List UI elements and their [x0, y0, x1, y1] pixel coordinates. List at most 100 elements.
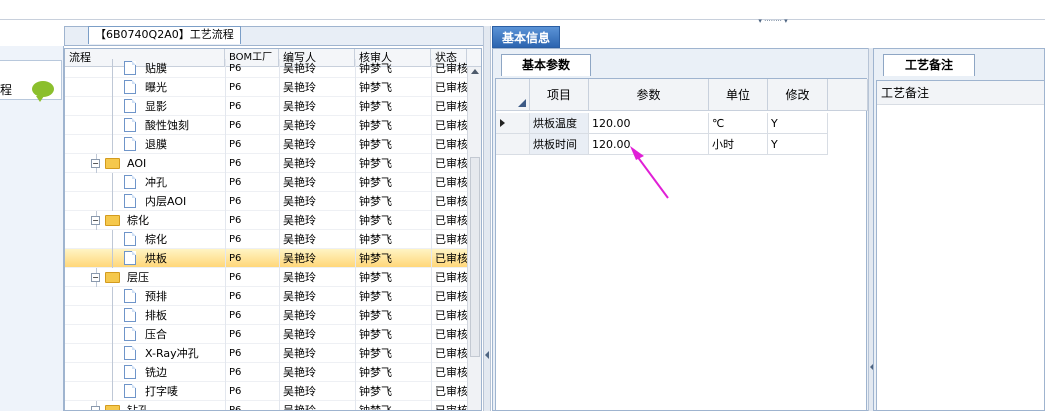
column-divider: [431, 192, 432, 211]
cell-reviewer: 钟梦飞: [359, 347, 392, 360]
tree-row[interactable]: 预排 P6 吴艳玲 钟梦飞 已审核: [65, 287, 467, 306]
left-panel-label: 程: [0, 83, 13, 97]
cell-bom: P6: [229, 101, 242, 112]
splitter-left[interactable]: [483, 26, 491, 411]
collapse-node-icon[interactable]: −: [91, 273, 100, 282]
column-divider: [225, 78, 226, 97]
tree-row[interactable]: 内层AOI P6 吴艳玲 钟梦飞 已审核: [65, 192, 467, 211]
column-divider: [225, 116, 226, 135]
tree-row[interactable]: 冲孔 P6 吴艳玲 钟梦飞 已审核: [65, 173, 467, 192]
tree-row[interactable]: X-Ray冲孔 P6 吴艳玲 钟梦飞 已审核: [65, 344, 467, 363]
tree-row[interactable]: − 层压 P6 吴艳玲 钟梦飞 已审核: [65, 268, 467, 287]
cell-modify[interactable]: Y: [768, 134, 828, 155]
cell-writer: 吴艳玲: [283, 195, 316, 208]
param-row[interactable]: 烘板时间 120.00 小时 Y: [496, 134, 868, 155]
column-divider: [225, 287, 226, 306]
column-divider: [431, 173, 432, 192]
tree-row[interactable]: 排板 P6 吴艳玲 钟梦飞 已审核: [65, 306, 467, 325]
cell-modify[interactable]: Y: [768, 113, 828, 134]
column-divider: [279, 401, 280, 410]
left-panel-lower: [0, 346, 62, 411]
tree-row[interactable]: − 钻孔 P6 吴艳玲 钟梦飞 已审核: [65, 401, 467, 410]
column-divider: [355, 173, 356, 192]
tree-guide-line: [112, 230, 113, 249]
tab-basic-params[interactable]: 基本参数: [501, 54, 591, 76]
collapse-node-icon[interactable]: −: [91, 159, 100, 168]
cell-flow-name: 铣边: [145, 366, 167, 379]
row-indicator[interactable]: [496, 134, 530, 155]
cell-status: 已审核: [435, 138, 467, 151]
tree-row[interactable]: 贴膜 P6 吴艳玲 钟梦飞 已审核: [65, 59, 467, 78]
tree-row[interactable]: 显影 P6 吴艳玲 钟梦飞 已审核: [65, 97, 467, 116]
corner-triangle-icon: [518, 99, 526, 107]
remarks-box[interactable]: 工艺备注: [876, 80, 1045, 411]
basic-params-grid[interactable]: 项目 参数 单位 修改 烘板温度 120.00 ℃ Y 烘板时间 120.00 小时 Y: [495, 78, 868, 411]
cell-unit[interactable]: 小时: [709, 134, 768, 155]
column-divider: [225, 211, 226, 230]
cell-reviewer: 钟梦飞: [359, 138, 392, 151]
row-header-corner: [496, 79, 530, 111]
collapse-left-icon[interactable]: [485, 351, 489, 359]
row-indicator[interactable]: [496, 113, 530, 134]
column-header-param[interactable]: 参数: [589, 79, 709, 111]
column-divider: [225, 230, 226, 249]
tree-row[interactable]: 棕化 P6 吴艳玲 钟梦飞 已审核: [65, 230, 467, 249]
cell-flow-name: 烘板: [145, 252, 167, 265]
column-header-unit[interactable]: 单位: [709, 79, 768, 111]
column-divider: [355, 97, 356, 116]
cell-status: 已审核: [435, 100, 467, 113]
speech-bubble-icon: [32, 81, 54, 102]
tree-guide-line: [112, 59, 113, 78]
cell-bom: P6: [229, 367, 242, 378]
tree-guide-line: [112, 382, 113, 401]
column-header-modify[interactable]: 修改: [768, 79, 828, 111]
left-panel-item[interactable]: 程: [0, 60, 62, 102]
cell-unit[interactable]: ℃: [709, 113, 768, 134]
scrollbar-thumb[interactable]: [470, 157, 480, 357]
column-divider: [431, 363, 432, 382]
document-icon: [124, 346, 136, 360]
tree-row[interactable]: 压合 P6 吴艳玲 钟梦飞 已审核: [65, 325, 467, 344]
column-divider: [431, 268, 432, 287]
cell-flow-name: AOI: [127, 157, 147, 170]
tab-process-remarks[interactable]: 工艺备注: [883, 54, 975, 76]
cell-writer: 吴艳玲: [283, 176, 316, 189]
cell-flow-name: 冲孔: [145, 176, 167, 189]
document-icon: [124, 308, 136, 322]
column-divider: [279, 230, 280, 249]
column-divider: [225, 268, 226, 287]
flow-panel-title[interactable]: 【6B0740Q2A0】工艺流程: [88, 26, 241, 44]
tree-row[interactable]: 酸性蚀刻 P6 吴艳玲 钟梦飞 已审核: [65, 116, 467, 135]
column-header-item[interactable]: 项目: [530, 79, 589, 111]
collapse-node-icon[interactable]: −: [91, 216, 100, 225]
cell-reviewer: 钟梦飞: [359, 81, 392, 94]
cell-status: 已审核: [435, 195, 467, 208]
column-header-spacer: [828, 79, 868, 111]
cell-writer: 吴艳玲: [283, 271, 316, 284]
tree-row[interactable]: − AOI P6 吴艳玲 钟梦飞 已审核: [65, 154, 467, 173]
tree-row[interactable]: 铣边 P6 吴艳玲 钟梦飞 已审核: [65, 363, 467, 382]
tree-row[interactable]: − 棕化 P6 吴艳玲 钟梦飞 已审核: [65, 211, 467, 230]
cell-reviewer: 钟梦飞: [359, 62, 392, 75]
tree-row[interactable]: 打字唛 P6 吴艳玲 钟梦飞 已审核: [65, 382, 467, 401]
cell-status: 已审核: [435, 309, 467, 322]
cell-flow-name: 压合: [145, 328, 167, 341]
tree-row[interactable]: 烘板 P6 吴艳玲 钟梦飞 已审核: [65, 249, 467, 268]
cell-status: 已审核: [435, 176, 467, 189]
collapse-node-icon[interactable]: −: [91, 406, 100, 410]
cell-reviewer: 钟梦飞: [359, 214, 392, 227]
tree-row[interactable]: 曝光 P6 吴艳玲 钟梦飞 已审核: [65, 78, 467, 97]
cell-reviewer: 钟梦飞: [359, 157, 392, 170]
scroll-up-icon[interactable]: [471, 69, 479, 74]
column-divider: [355, 268, 356, 287]
tree-row[interactable]: 退膜 P6 吴艳玲 钟梦飞 已审核: [65, 135, 467, 154]
param-row[interactable]: 烘板温度 120.00 ℃ Y: [496, 113, 868, 134]
process-flow-tree-grid[interactable]: 流程 BOM工厂 编写人 核审人 状态 贴膜 P6 吴艳玲 钟梦飞 已审核 曝光 P6 吴艳玲…: [64, 48, 482, 411]
cell-status: 已审核: [435, 347, 467, 360]
column-divider: [355, 344, 356, 363]
column-divider: [355, 249, 356, 268]
tab-basic-info[interactable]: 基本信息: [492, 26, 560, 48]
vertical-scrollbar[interactable]: [467, 67, 481, 410]
document-icon: [124, 175, 136, 189]
top-grip[interactable]: ▾ ········ ▾: [740, 18, 806, 25]
